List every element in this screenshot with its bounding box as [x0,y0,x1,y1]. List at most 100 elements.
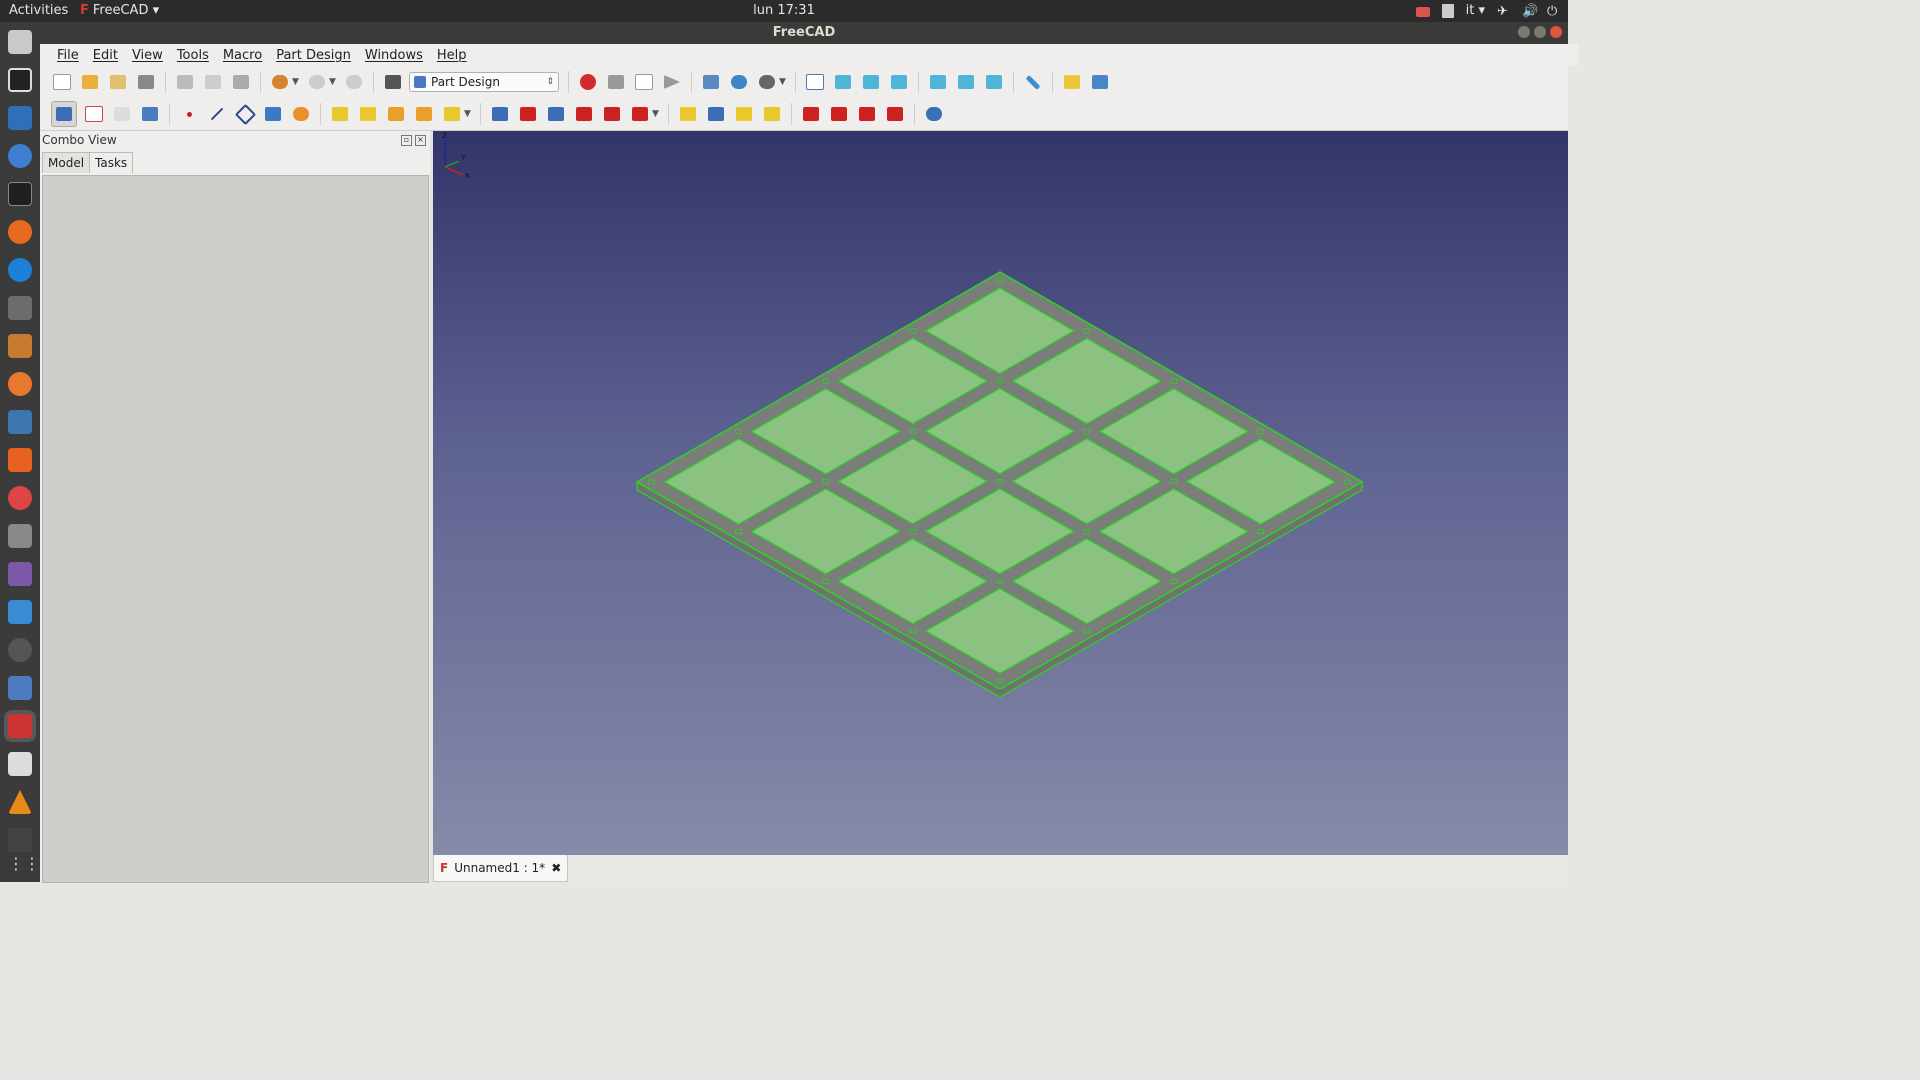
copy-icon[interactable] [202,71,224,93]
video-editor-icon[interactable] [8,828,32,852]
paste-icon[interactable] [230,71,252,93]
inkscape-icon[interactable] [8,68,32,92]
left-view-icon[interactable] [983,71,1005,93]
float-panel-icon[interactable]: ▫ [401,135,412,146]
additive-primitive-icon[interactable] [441,103,463,125]
software-center-icon[interactable] [8,448,32,472]
subtractive-primitive-dropdown-icon[interactable]: ▼ [652,109,660,119]
menu-windows[interactable]: Windows [358,48,430,63]
document-tab[interactable]: F Unnamed1 : 1* ✖ [433,855,569,882]
redo-dropdown-icon[interactable]: ▼ [329,77,337,87]
additive-pipe-icon[interactable] [413,103,435,125]
top-view-icon[interactable] [860,71,882,93]
show-apps-icon[interactable]: ⋮⋮ [8,852,40,876]
rear-view-icon[interactable] [927,71,949,93]
mirrored-icon[interactable] [677,103,699,125]
writer-icon[interactable] [8,106,32,130]
right-view-icon[interactable] [888,71,910,93]
fit-all-icon[interactable] [700,71,722,93]
pad-icon[interactable] [329,103,351,125]
maximize-button[interactable] [1534,26,1546,38]
cut-icon[interactable] [174,71,196,93]
transfer-icon[interactable] [8,600,32,624]
record-macro-icon[interactable] [577,71,599,93]
create-body-icon[interactable] [51,101,77,127]
vlc-icon[interactable] [8,790,32,814]
close-panel-icon[interactable]: × [415,135,426,146]
undo-icon[interactable] [269,71,291,93]
whats-this-icon[interactable] [382,71,404,93]
subtractive-primitive-icon[interactable] [629,103,651,125]
blender-icon[interactable] [8,372,32,396]
additive-loft-icon[interactable] [385,103,407,125]
print-icon[interactable] [135,71,157,93]
pocket-icon[interactable] [489,103,511,125]
draw-style-icon[interactable] [756,71,778,93]
run-macro-icon[interactable] [661,71,683,93]
close-tab-icon[interactable]: ✖ [551,861,561,875]
thunderbird-icon[interactable] [8,258,32,282]
new-file-icon[interactable] [51,71,73,93]
clock[interactable]: lun 17:31 [0,3,1568,18]
app-menu[interactable]: F FreeCAD ▾ [80,3,159,18]
save-icon[interactable] [107,71,129,93]
menu-help[interactable]: Help [430,48,474,63]
front-view-icon[interactable] [832,71,854,93]
software-updater-icon[interactable] [8,410,32,434]
draw-icon[interactable] [8,334,32,358]
close-button[interactable] [1550,26,1562,38]
menu-file[interactable]: File [50,48,86,63]
tab-tasks[interactable]: Tasks [89,152,134,173]
subtractive-pipe-icon[interactable] [601,103,623,125]
datum-line-icon[interactable] [206,103,228,125]
open-file-icon[interactable] [79,71,101,93]
group-icon[interactable] [1089,71,1111,93]
fit-selection-icon[interactable] [728,71,750,93]
draft-icon[interactable] [856,103,878,125]
firefox-icon[interactable] [8,220,32,244]
workbench-selector[interactable]: Part Design ⇕ [409,72,559,92]
settings-icon[interactable] [8,486,32,510]
gimp-icon[interactable] [8,296,32,320]
menu-macro[interactable]: Macro [216,48,269,63]
draw-style-dropdown-icon[interactable]: ▼ [779,77,787,87]
subtractive-loft-icon[interactable] [573,103,595,125]
chromium-icon[interactable] [8,144,32,168]
create-sketch-icon[interactable] [83,103,105,125]
clipboard-icon[interactable] [1441,3,1454,18]
3d-view[interactable]: Z Y X [433,131,1568,855]
part-icon[interactable] [1061,71,1083,93]
bottom-view-icon[interactable] [955,71,977,93]
datum-plane-icon[interactable] [234,103,256,125]
revolution-icon[interactable] [357,103,379,125]
validate-sketch-icon[interactable] [111,103,133,125]
linear-pattern-icon[interactable] [705,103,727,125]
refresh-icon[interactable] [343,71,365,93]
polar-pattern-icon[interactable] [733,103,755,125]
freecad-dock-icon[interactable] [8,714,32,738]
measure-icon[interactable] [1022,71,1044,93]
edit-macro-icon[interactable] [633,71,655,93]
datum-point-icon[interactable] [178,103,200,125]
files-icon[interactable] [8,30,32,54]
isometric-view-icon[interactable] [804,71,826,93]
check-geometry-icon[interactable] [139,103,161,125]
undo-dropdown-icon[interactable]: ▼ [292,77,300,87]
media-icon[interactable] [8,562,32,586]
power-icon[interactable]: ⏻ ▾ [1547,4,1560,34]
menu-view[interactable]: View [125,48,170,63]
local-cs-icon[interactable] [262,103,284,125]
hole-icon[interactable] [517,103,539,125]
tab-model[interactable]: Model [42,152,91,173]
menu-edit[interactable]: Edit [86,48,125,63]
additive-primitive-dropdown-icon[interactable]: ▼ [464,109,472,119]
plate-model[interactable] [433,131,1568,855]
chamfer-icon[interactable] [828,103,850,125]
terminal-icon[interactable] [8,182,32,206]
screen-record-icon[interactable] [1415,6,1430,17]
minimize-button[interactable] [1518,26,1530,38]
multi-transform-icon[interactable] [761,103,783,125]
stop-macro-icon[interactable] [605,71,627,93]
volume-icon[interactable]: 🔊 [1522,4,1538,19]
groove-icon[interactable] [545,103,567,125]
